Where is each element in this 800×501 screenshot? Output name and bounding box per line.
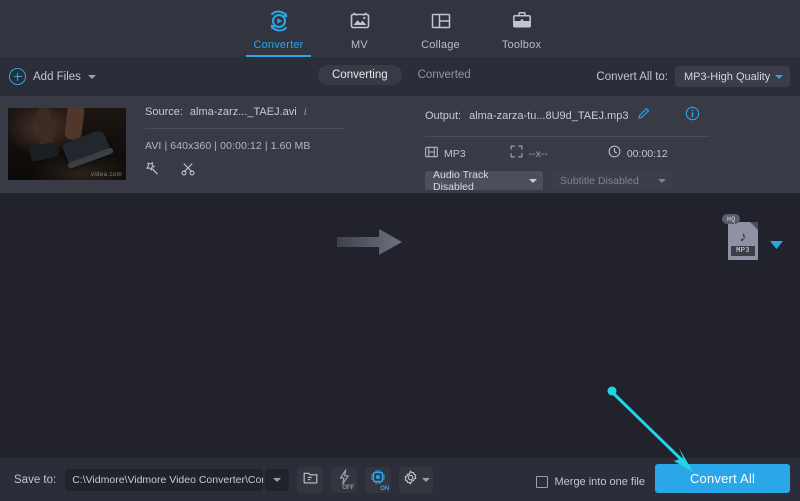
- checkbox-box: [536, 476, 548, 488]
- pencil-icon[interactable]: [636, 106, 651, 126]
- chevron-down-icon: [273, 478, 281, 482]
- scissors-icon[interactable]: [180, 161, 196, 181]
- nav-tab-converter-label: Converter: [253, 39, 303, 51]
- hq-badge: HQ: [722, 214, 740, 224]
- chevron-down-icon: [529, 179, 537, 183]
- audio-track-value: Audio Track Disabled: [433, 169, 522, 193]
- output-profile-badge[interactable]: ♪ MP3 HQ: [728, 222, 758, 260]
- resize-icon: [510, 145, 523, 163]
- source-block: Source: alma-zarz..._TAEJ.avi i AVI | 64…: [145, 106, 345, 181]
- add-files-button[interactable]: Add Files: [9, 68, 96, 85]
- profile-type-label: MP3: [731, 246, 755, 256]
- output-divider: [425, 136, 710, 137]
- nav-tab-toolbox[interactable]: Toolbox: [481, 0, 562, 57]
- convert-all-to-select[interactable]: MP3-High Quality: [675, 66, 790, 87]
- plus-circle-icon: [9, 68, 26, 85]
- output-duration-group: 00:00:12: [608, 145, 668, 163]
- right-arrow-icon: [337, 228, 403, 261]
- convert-all-to-value: MP3-High Quality: [684, 71, 770, 83]
- nav-tab-mv-label: MV: [351, 39, 368, 51]
- merge-into-one-file-checkbox[interactable]: Merge into one file: [536, 476, 646, 488]
- save-to-label: Save to:: [14, 474, 56, 486]
- audio-track-select[interactable]: Audio Track Disabled: [425, 171, 543, 190]
- output-resolution: --x--: [529, 148, 548, 160]
- output-format: MP3: [444, 148, 466, 160]
- status-tabs: Converting Converted: [318, 65, 485, 85]
- converter-icon: [266, 7, 292, 35]
- output-filename: alma-zarza-tu...8U9d_TAEJ.mp3: [469, 110, 628, 122]
- convert-all-to-label: Convert All to:: [596, 71, 668, 83]
- source-filename-row: Source: alma-zarz..._TAEJ.avi i: [145, 106, 345, 118]
- nav-tab-collage[interactable]: Collage: [400, 0, 481, 57]
- file-list-item[interactable]: videa.com Source: alma-zarz..._TAEJ.avi …: [0, 96, 800, 193]
- output-duration: 00:00:12: [627, 148, 668, 160]
- source-meta: AVI | 640x360 | 00:00:12 | 1.60 MB: [145, 140, 345, 152]
- info-circle-icon[interactable]: [685, 106, 700, 126]
- thumbnail-watermark: videa.com: [91, 172, 122, 178]
- add-files-label: Add Files: [33, 71, 81, 83]
- output-label: Output:: [425, 110, 461, 122]
- output-meta-row: MP3 --x--: [425, 146, 710, 162]
- collage-icon: [429, 7, 453, 35]
- tab-converted[interactable]: Converted: [404, 65, 485, 85]
- source-filename: alma-zarz..._TAEJ.avi: [190, 106, 297, 118]
- tab-converting[interactable]: Converting: [318, 65, 402, 85]
- subtitle-value: Subtitle Disabled: [560, 175, 639, 187]
- hardware-accel-state: OFF: [342, 485, 354, 491]
- gear-icon: [403, 470, 418, 490]
- chevron-down-icon[interactable]: [88, 75, 96, 79]
- source-label: Source:: [145, 106, 183, 118]
- nav-tab-mv[interactable]: MV: [319, 0, 400, 57]
- file-list-area: videa.com Source: alma-zarz..._TAEJ.avi …: [0, 96, 800, 457]
- save-path-dropdown[interactable]: [265, 469, 289, 491]
- thumbnail-image: [8, 108, 126, 180]
- merge-label: Merge into one file: [555, 476, 646, 488]
- output-resolution-group: --x--: [510, 145, 548, 163]
- chevron-down-icon[interactable]: [770, 237, 783, 255]
- bottom-bar: Save to: C:\Vidmore\Vidmore Video Conver…: [0, 457, 800, 501]
- subtitle-select[interactable]: Subtitle Disabled: [552, 171, 672, 190]
- settings-button[interactable]: [399, 467, 433, 493]
- clock-icon: [608, 145, 621, 163]
- source-edit-actions: [145, 161, 345, 181]
- output-filename-row: Output: alma-zarza-tu...8U9d_TAEJ.mp3: [425, 106, 710, 126]
- track-selectors: Audio Track Disabled Subtitle Disabled: [425, 171, 710, 190]
- top-navigation: Converter MV Collage: [0, 0, 800, 57]
- folder-icon: [303, 470, 318, 489]
- gpu-accel-toggle[interactable]: ON: [365, 467, 391, 493]
- film-icon: [425, 145, 438, 163]
- nav-tab-toolbox-label: Toolbox: [502, 39, 541, 51]
- toolbar: Add Files Converting Converted Convert A…: [0, 57, 800, 96]
- nav-tab-converter[interactable]: Converter: [238, 0, 319, 57]
- open-folder-button[interactable]: [297, 467, 323, 493]
- nav-tab-collage-label: Collage: [421, 39, 460, 51]
- chevron-down-icon: [658, 179, 666, 183]
- save-path-input[interactable]: C:\Vidmore\Vidmore Video Converter\Conve…: [65, 469, 263, 491]
- magic-wand-icon[interactable]: [145, 161, 160, 181]
- convert-all-to-group: Convert All to: MP3-High Quality: [596, 66, 790, 87]
- chevron-down-icon: [422, 478, 430, 482]
- mp3-file-icon: ♪ MP3: [728, 222, 758, 260]
- mv-icon: [348, 7, 372, 35]
- output-block: Output: alma-zarza-tu...8U9d_TAEJ.mp3: [425, 106, 710, 190]
- music-note-icon: ♪: [728, 228, 758, 244]
- convert-all-button[interactable]: Convert All: [655, 464, 790, 493]
- hardware-accel-toggle[interactable]: OFF: [331, 467, 357, 493]
- gpu-accel-state: ON: [380, 486, 389, 492]
- video-thumbnail[interactable]: videa.com: [8, 108, 126, 180]
- toolbox-icon: [510, 7, 534, 35]
- save-path-value: C:\Vidmore\Vidmore Video Converter\Conve…: [65, 474, 263, 486]
- info-italic-icon[interactable]: i: [304, 106, 307, 118]
- output-format-group: MP3: [425, 145, 466, 163]
- chevron-down-icon: [775, 75, 783, 79]
- app-window: Converter MV Collage: [0, 0, 800, 501]
- source-divider: [145, 128, 345, 129]
